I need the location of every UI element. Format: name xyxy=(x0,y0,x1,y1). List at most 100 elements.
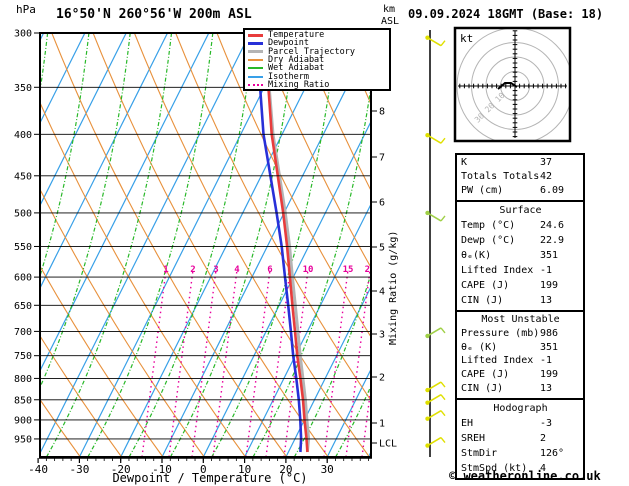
svg-text:600: 600 xyxy=(14,273,32,284)
pressure-tick-labels: 300 350 400 450 500 550 600 650 700 750 800 850 900 9… xyxy=(14,29,40,445)
row-value: 199 xyxy=(540,369,559,381)
row-value: 126° xyxy=(540,448,565,460)
svg-text:850: 850 xyxy=(14,395,32,406)
svg-text:1: 1 xyxy=(379,419,385,430)
copyright-watermark: © weatheronline.co.uk xyxy=(449,469,601,483)
table-row: Lifted Index -1 xyxy=(461,354,580,368)
table-row: EH -3 xyxy=(461,416,580,431)
row-value: 351 xyxy=(540,341,559,353)
table-row: θₑ(K) 351 xyxy=(461,248,580,263)
table-row: SREH 2 xyxy=(461,431,580,446)
table-row: Temp (°C) 24.6 xyxy=(461,218,580,233)
row-label: CIN (J) xyxy=(461,294,504,306)
hodograph-plot: 102030kt xyxy=(455,28,570,141)
sounding-index-tables: K 37 Totals Totals 42 PW (cm) 6.09 Surface Te… xyxy=(455,153,585,481)
svg-text:700: 700 xyxy=(14,327,32,338)
temperature-line-swatch xyxy=(248,33,263,37)
datetime-title: 09.09.2024 18GMT (Base: 18) xyxy=(408,7,604,21)
row-value: 37 xyxy=(540,157,553,168)
legend-box: Temperature Dewpoint Parcel Trajectory D… xyxy=(243,28,391,91)
table-row: CIN (J) 13 xyxy=(461,293,580,308)
row-value: -1 xyxy=(540,355,553,367)
svg-text:2: 2 xyxy=(190,265,195,275)
row-value: 351 xyxy=(540,249,559,261)
table-row: CAPE (J) 199 xyxy=(461,278,580,293)
table-row: Dewp (°C) 22.9 xyxy=(461,233,580,248)
svg-text:5: 5 xyxy=(379,243,385,254)
svg-text:350: 350 xyxy=(14,83,32,94)
row-label: Temp (°C) xyxy=(461,219,516,231)
row-label: EH xyxy=(461,418,474,430)
mixing-ratio-axis-label: Mixing Ratio (g/kg) xyxy=(388,231,399,345)
row-label: θₑ (K) xyxy=(461,341,498,353)
mixing-ratio-line-swatch xyxy=(248,83,263,86)
row-value: 986 xyxy=(540,327,559,339)
svg-text:7: 7 xyxy=(379,153,385,164)
indices-table: K 37 Totals Totals 42 PW (cm) 6.09 xyxy=(455,153,585,200)
table-row: PW (cm) 6.09 xyxy=(461,184,580,198)
row-label: CIN (J) xyxy=(461,383,504,395)
row-value: 6.09 xyxy=(540,184,565,196)
row-value: 2 xyxy=(540,433,547,445)
table-row: K 37 xyxy=(461,156,580,170)
row-label: SREH xyxy=(461,433,486,445)
dry-adiabat-line-swatch xyxy=(248,59,263,62)
table-row: θₑ (K) 351 xyxy=(461,341,580,355)
skewt-sounding-page: 1 2 3 4 6 8 10 15 20 25 300 350 400 450 500 550 600 650 70… xyxy=(0,0,629,486)
svg-text:2: 2 xyxy=(379,373,385,384)
parcel-line-swatch xyxy=(248,50,263,54)
row-value: 42 xyxy=(540,170,553,182)
dewpoint-line-swatch xyxy=(248,41,263,45)
svg-text:6: 6 xyxy=(267,265,272,275)
hodograph-table-title: Hodograph xyxy=(493,403,548,415)
svg-text:650: 650 xyxy=(14,301,32,312)
temperature-axis-title: Dewpoint / Temperature (°C) xyxy=(112,471,308,485)
row-label: Pressure (mb) xyxy=(461,327,540,339)
svg-text:400: 400 xyxy=(14,130,32,141)
svg-text:450: 450 xyxy=(14,171,32,182)
table-row: Lifted Index -1 xyxy=(461,263,580,278)
svg-text:4: 4 xyxy=(234,265,240,275)
svg-text:750: 750 xyxy=(14,351,32,362)
altitude-axis-unit-asl: ASL xyxy=(381,16,400,27)
row-value: -1 xyxy=(540,264,553,276)
row-value: 22.9 xyxy=(540,234,565,246)
row-label: K xyxy=(461,157,468,168)
row-label: CAPE (J) xyxy=(461,369,510,381)
row-value: 13 xyxy=(540,383,553,395)
svg-text:300: 300 xyxy=(14,29,32,40)
row-label: Lifted Index xyxy=(461,264,534,276)
table-row: Totals Totals 42 xyxy=(461,170,580,184)
svg-text:4: 4 xyxy=(379,287,385,298)
svg-text:550: 550 xyxy=(14,242,32,253)
row-value: 13 xyxy=(540,294,553,306)
legend-label: Mixing Ratio xyxy=(268,79,330,90)
svg-text:900: 900 xyxy=(14,415,32,426)
row-label: StmDir xyxy=(461,448,498,460)
row-label: Dewp (°C) xyxy=(461,234,516,246)
row-label: Lifted Index xyxy=(461,355,534,367)
svg-text:950: 950 xyxy=(14,434,32,445)
pressure-axis-unit: hPa xyxy=(16,3,36,16)
row-value: 24.6 xyxy=(540,219,565,231)
row-label: θₑ(K) xyxy=(461,249,492,261)
row-value: -3 xyxy=(540,418,553,430)
svg-text:3: 3 xyxy=(379,330,385,341)
svg-text:10: 10 xyxy=(303,265,314,275)
surface-table-title: Surface xyxy=(499,204,542,216)
most-unstable-table-title: Most Unstable xyxy=(481,313,560,325)
wind-barbs xyxy=(425,35,446,448)
svg-text:1: 1 xyxy=(163,265,168,275)
wet-adiabat-line-swatch xyxy=(248,67,263,70)
svg-text:8: 8 xyxy=(379,107,385,118)
row-label: CAPE (J) xyxy=(461,279,510,291)
row-value: 199 xyxy=(540,279,559,291)
svg-text:3: 3 xyxy=(213,265,218,275)
lcl-label: LCL xyxy=(379,439,397,450)
row-label: PW (cm) xyxy=(461,184,504,196)
station-title: 16°50'N 260°56'W 200m ASL xyxy=(56,7,252,22)
svg-text:500: 500 xyxy=(14,208,32,219)
altitude-axis-unit-km: km xyxy=(383,4,396,15)
table-row: CIN (J) 13 xyxy=(461,382,580,396)
pressure-gridlines xyxy=(40,32,371,440)
